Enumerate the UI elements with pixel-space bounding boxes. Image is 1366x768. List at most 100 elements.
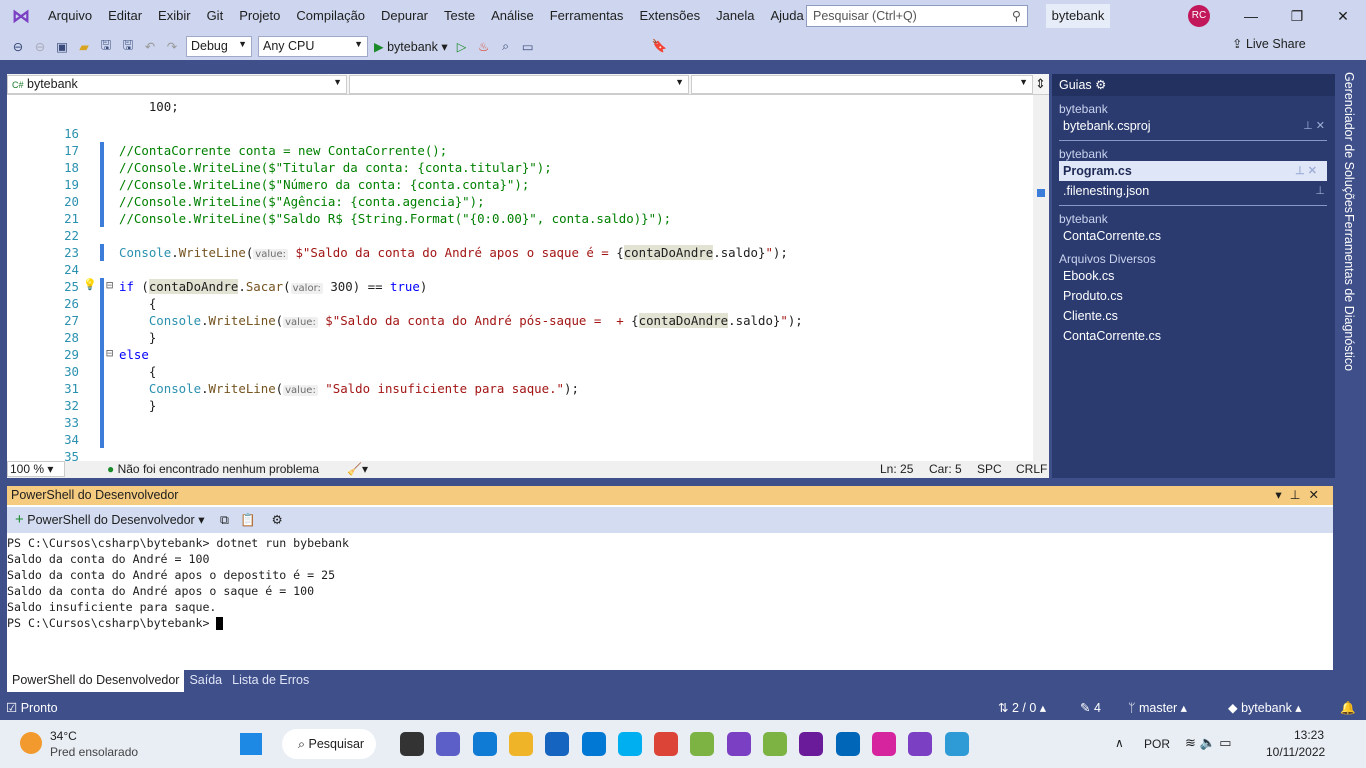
weather-icon[interactable] [20,732,42,754]
show-hidden-icons[interactable]: ∧ [1115,736,1124,750]
close-button[interactable]: ✕ [1320,0,1366,32]
copy-icon[interactable]: ⧉ [220,513,229,527]
menu-editar[interactable]: Editar [100,0,150,32]
task-view-icon[interactable] [400,732,424,756]
file-explorer-icon[interactable] [508,732,533,756]
email-client-icon[interactable] [799,732,824,756]
terminal-output[interactable]: PS C:\Cursos\csharp\bytebank> dotnet run… [7,534,1325,668]
edge-icon[interactable] [472,732,497,756]
collapse-icon[interactable]: ⊟ [106,346,113,360]
menu-projeto[interactable]: Projeto [231,0,288,32]
save-icon[interactable]: 🖫 [98,36,114,57]
pin-icon[interactable]: ⊥ [1315,181,1325,201]
open-icon[interactable]: ▰ [76,39,92,54]
collapse-icon[interactable]: ⊟ [106,278,113,292]
live-share-button[interactable]: ⇪ Live Share [1232,36,1306,51]
notepad-icon[interactable] [690,732,715,756]
pin-icon[interactable]: ⊥ ✕ [1303,116,1325,136]
tab-1[interactable]: Saída [184,670,227,692]
notifications-icon[interactable]: 🔔 [1340,697,1356,720]
issues-indicator[interactable]: ● Não foi encontrado nenhum problema [107,461,319,478]
start-icon[interactable] [240,733,262,755]
document-tab[interactable]: Cliente.cs [1052,306,1335,326]
app-icon[interactable] [944,732,969,756]
menu-análise[interactable]: Análise [483,0,542,32]
paste-icon[interactable]: 📋 [240,513,256,527]
new-terminal-button[interactable]: + PowerShell do Desenvolvedor ▾ [15,511,204,528]
vscode-icon[interactable] [835,732,860,756]
type-dropdown[interactable]: ▼ [349,75,689,94]
vertical-scrollbar[interactable] [1033,95,1049,461]
weather-text[interactable]: Pred ensolarado [50,745,138,759]
pin-icon[interactable]: ⊥ ✕ [1295,161,1317,181]
hot-reload-icon[interactable]: ♨ [476,39,492,54]
undo-icon[interactable]: ↶ [142,39,158,54]
member-dropdown[interactable]: ▼ [691,75,1033,94]
menu-ferramentas[interactable]: Ferramentas [542,0,632,32]
start-without-debug-icon[interactable]: ▷ [454,39,470,54]
new-project-icon[interactable]: ▣ [54,39,70,54]
menu-compilação[interactable]: Compilação [288,0,373,32]
commits-indicator[interactable]: ⇅ 2 / 0 ▴ [998,697,1046,720]
line-ending-indicator[interactable]: CRLF [1016,461,1047,478]
mail-icon[interactable] [581,732,606,756]
document-tab[interactable]: Program.cs ⊥ ✕ [1059,161,1327,181]
store-icon[interactable] [545,732,570,756]
tab-solution-explorer[interactable]: Gerenciador de Soluções [1342,72,1356,213]
document-tab[interactable]: ContaCorrente.cs [1052,326,1335,346]
branch-indicator[interactable]: ᛘ master ▴ [1128,697,1187,720]
menu-exibir[interactable]: Exibir [150,0,199,32]
repo-indicator[interactable]: ◆ bytebank ▴ [1228,697,1302,720]
start-debug-button[interactable]: ▶ bytebank ▾ [374,39,448,54]
window-icon[interactable]: ▭ [520,39,536,54]
zoom-select[interactable]: 100 % ▾ [7,461,65,477]
document-tab[interactable]: Ebook.cs [1052,266,1335,286]
visual-studio-icon[interactable] [726,732,751,756]
menu-git[interactable]: Git [199,0,232,32]
teams-icon[interactable] [436,732,461,756]
taskbar-search[interactable]: ⌕ Pesquisar [282,729,376,759]
forward-icon[interactable]: ⊖ [32,39,48,54]
minimize-button[interactable]: — [1228,0,1274,32]
visual-studio-active-icon[interactable] [908,732,933,756]
document-tab[interactable]: ContaCorrente.cs [1052,226,1335,246]
save-all-icon[interactable]: 🖫 [120,36,136,57]
chrome-icon[interactable] [654,732,679,756]
bookmark-icon[interactable]: 🔖 [652,39,668,54]
network-volume-battery-icons[interactable]: ≋ 🔈 ▭ [1185,735,1232,751]
search-input[interactable]: Pesquisar (Ctrl+Q) ⚲ [806,5,1028,27]
maximize-button[interactable]: ❐ [1274,0,1320,32]
back-icon[interactable]: ⊖ [10,39,26,54]
redo-icon[interactable]: ↷ [164,39,180,54]
changes-indicator[interactable]: ✎ 4 [1080,697,1101,720]
clock-time[interactable]: 13:23 [1292,728,1324,742]
document-tab[interactable]: bytebank.csproj ⊥ ✕ [1052,116,1335,136]
language-indicator[interactable]: POR [1144,737,1170,751]
split-icon[interactable]: ⇕ [1035,76,1046,92]
find-icon[interactable]: ⌕ [498,39,514,54]
code-area[interactable]: 100; 16 17 //ContaCorrente conta = new Cont… [7,95,1033,461]
document-tab[interactable]: .filenesting.json ⊥ [1052,181,1335,201]
menu-depurar[interactable]: Depurar [373,0,436,32]
tab-2[interactable]: Lista de Erros [227,670,314,692]
document-tab[interactable]: Produto.cs [1052,286,1335,306]
temperature[interactable]: 34°C [50,729,77,743]
panel-controls[interactable]: ▾⊥✕ [1275,486,1327,505]
menu-extensões[interactable]: Extensões [631,0,708,32]
spacing-indicator[interactable]: SPC [977,461,1002,478]
settings-icon[interactable]: ⚙ [271,513,282,527]
snipping-icon[interactable] [763,732,787,756]
menu-teste[interactable]: Teste [436,0,483,32]
instagram-icon[interactable] [871,732,896,756]
menu-janela[interactable]: Janela [708,0,762,32]
clock-date[interactable]: 10/11/2022 [1266,745,1325,759]
avatar[interactable]: RC [1188,5,1210,27]
configuration-select[interactable]: Debug ▼ [186,35,252,57]
gear-icon[interactable]: ⚙ [1095,78,1106,92]
skype-icon[interactable] [617,732,642,756]
lightbulb-icon[interactable]: 💡 [83,278,97,291]
project-dropdown[interactable]: C# bytebank ▼ [7,75,347,94]
menu-ajuda[interactable]: Ajuda [762,0,811,32]
menu-arquivo[interactable]: Arquivo [40,0,100,32]
tab-0[interactable]: PowerShell do Desenvolvedor [7,670,185,692]
